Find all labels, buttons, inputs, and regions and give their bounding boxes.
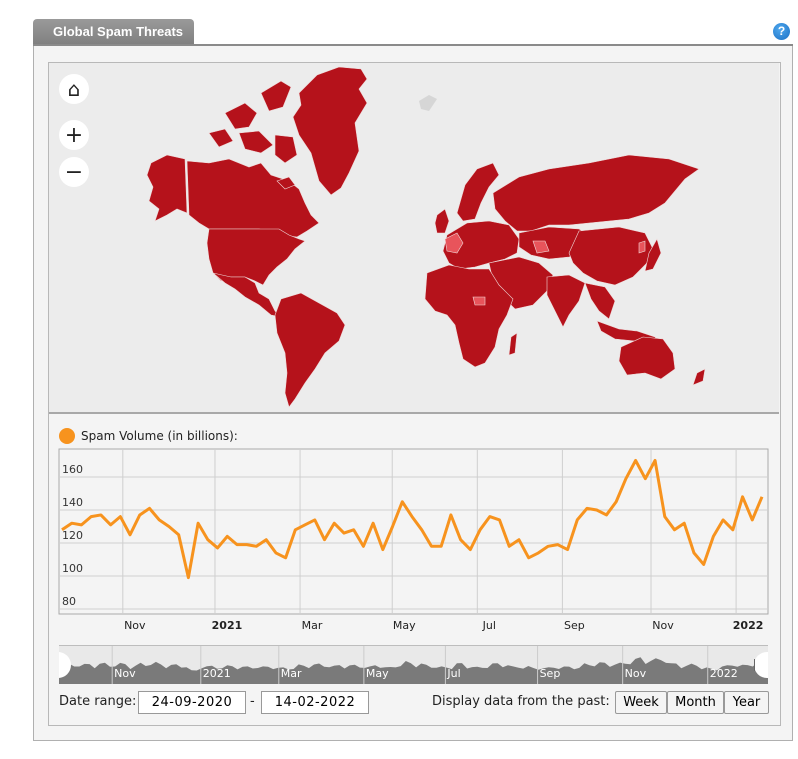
country-scandinavia (456, 162, 500, 222)
y-tick-label: 160 (62, 463, 83, 476)
country-new-zealand (692, 368, 706, 386)
navigator-label: 2021 (203, 667, 231, 680)
x-tick-label: Sep (564, 619, 585, 632)
date-from-input[interactable]: 24-09-2020 (138, 691, 246, 714)
country-south-korea (638, 240, 646, 254)
country-usa-alaska (146, 154, 188, 222)
navigator-area (59, 657, 768, 684)
x-tick-label: 2022 (733, 619, 764, 632)
country-canada-islands (208, 80, 298, 164)
navigator-label: May (366, 667, 389, 680)
navigator-label: Sep (540, 667, 561, 680)
country-uk (434, 208, 450, 234)
map-home-button[interactable]: ⌂ (59, 74, 89, 104)
x-tick-label: Nov (652, 619, 674, 632)
country-china (568, 226, 654, 286)
chart-navigator[interactable]: Nov 2021 Mar May Jul Sep Nov 2022 (59, 645, 768, 684)
y-tick-label: 120 (62, 529, 83, 542)
y-tick-label: 100 (62, 562, 83, 575)
year-button[interactable]: Year (724, 691, 769, 714)
legend-label: Spam Volume (in billions): (81, 429, 238, 443)
date-range-label: Date range: (59, 694, 137, 709)
country-se-asia (584, 282, 616, 320)
x-tick-label: Jul (482, 619, 496, 632)
date-separator: - (250, 694, 255, 709)
legend-marker (59, 428, 75, 444)
plus-icon: + (64, 122, 84, 148)
country-mexico (212, 272, 282, 318)
country-india (546, 274, 586, 328)
x-axis-ticks: Nov 2021 Mar May Jul Sep Nov 2022 (124, 619, 763, 632)
month-button[interactable]: Month (667, 691, 724, 714)
home-icon: ⌂ (67, 77, 81, 101)
navigator-label: Mar (281, 667, 302, 680)
country-brazil-region (274, 292, 346, 408)
country-greenland (292, 66, 368, 196)
spam-volume-chart[interactable]: 80 100 120 140 160 Nov 2021 Mar May Jul Sep Nov 202… (0, 445, 798, 645)
navigator-label: Jul (446, 667, 460, 680)
navigator-label: Nov (625, 667, 647, 680)
map-svg (146, 66, 706, 408)
date-to-input[interactable]: 14-02-2022 (261, 691, 369, 714)
y-tick-label: 140 (62, 496, 83, 509)
navigator-label: Nov (114, 667, 136, 680)
x-tick-label: May (393, 619, 416, 632)
country-svalbard-nodata (419, 95, 437, 111)
country-australia (618, 336, 676, 380)
country-central-africa (472, 296, 486, 306)
x-tick-label: Nov (124, 619, 146, 632)
country-canada (186, 158, 320, 238)
minus-icon: − (64, 159, 84, 185)
map-zoom-out-button[interactable]: − (59, 157, 89, 187)
tab-global-spam-threats[interactable]: Global Spam Threats (33, 19, 194, 45)
navigator-label: 2022 (710, 667, 738, 680)
world-map[interactable]: ⌂ + − (49, 63, 779, 414)
chart-legend[interactable]: Spam Volume (in billions): (59, 428, 238, 444)
help-icon[interactable]: ? (773, 23, 790, 40)
x-tick-label: Mar (302, 619, 323, 632)
plot-area (58, 448, 769, 615)
x-tick-label: 2021 (212, 619, 243, 632)
country-madagascar (508, 332, 518, 356)
y-tick-label: 80 (62, 595, 76, 608)
display-past-label: Display data from the past: (432, 694, 610, 709)
navigator-svg: Nov 2021 Mar May Jul Sep Nov 2022 (59, 646, 768, 684)
country-russia (492, 154, 700, 232)
week-button[interactable]: Week (615, 691, 667, 714)
chart-grid (58, 448, 769, 615)
map-zoom-in-button[interactable]: + (59, 120, 89, 150)
